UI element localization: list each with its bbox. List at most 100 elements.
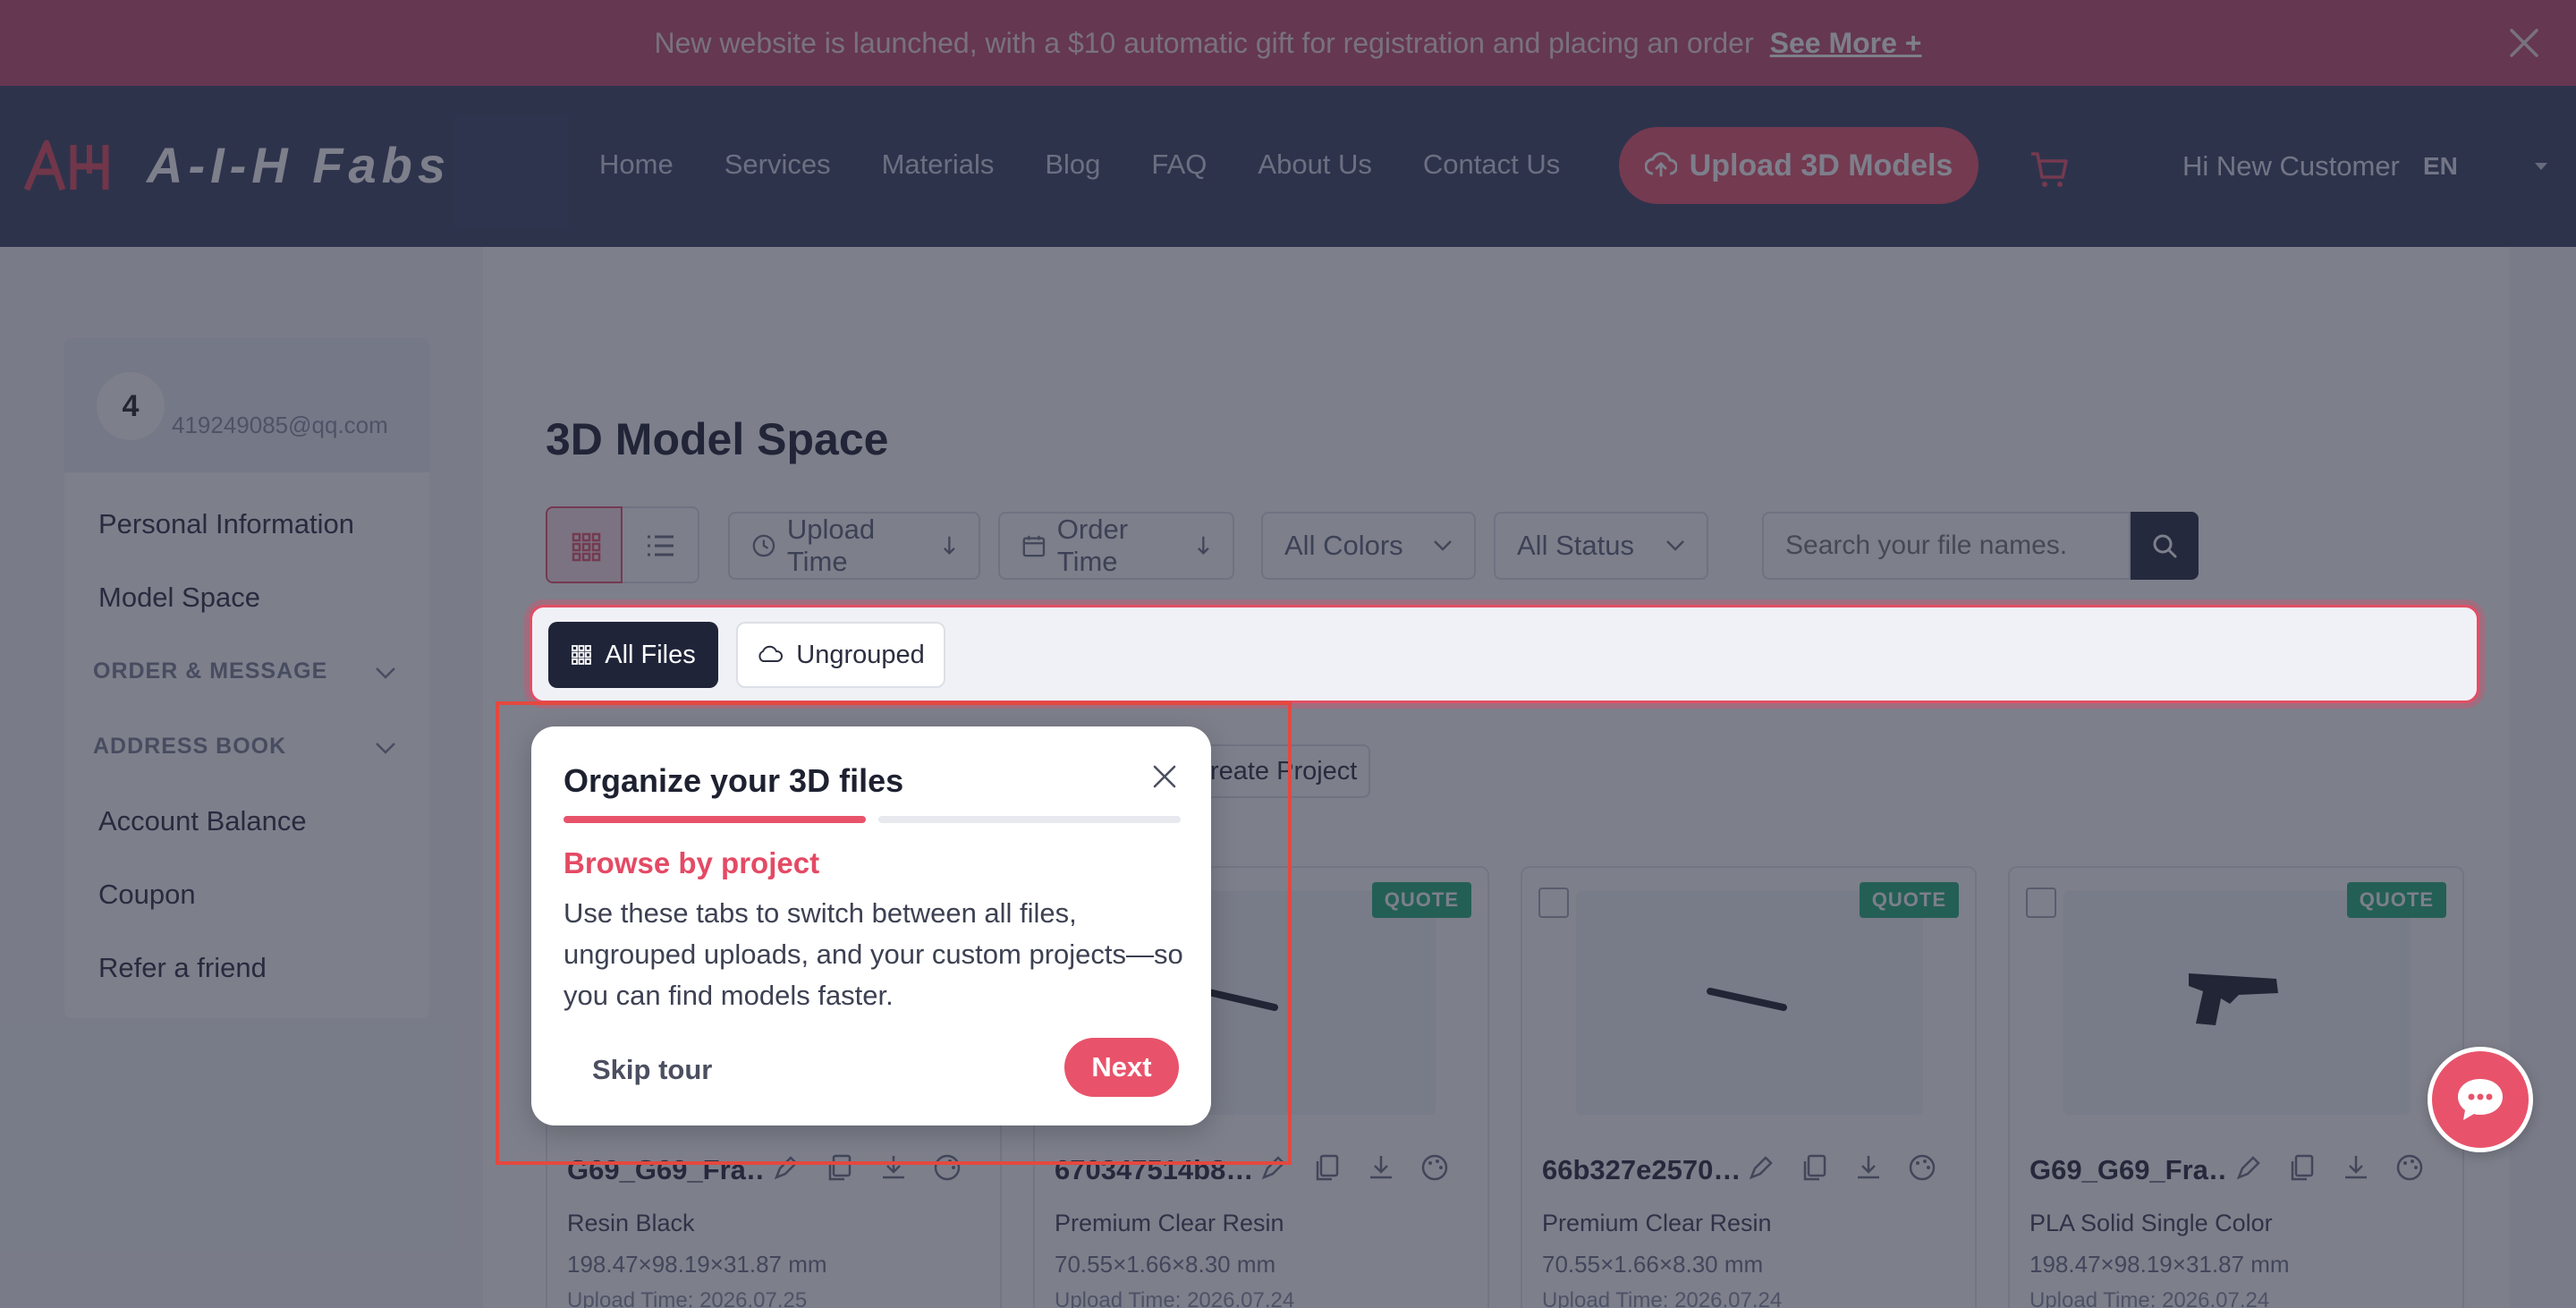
sidebar-item-coupon[interactable]: Coupon: [98, 879, 196, 911]
model-dimensions: 70.55×1.66×8.30 mm: [1542, 1251, 1764, 1278]
colors-select-value: All Colors: [1284, 530, 1403, 561]
model-upload-time: Upload Time: 2026.07.24: [2029, 1288, 2270, 1308]
search-button[interactable]: [2131, 512, 2199, 580]
order-time-label: Order Time: [1056, 514, 1129, 577]
sidebar-item-account-balance[interactable]: Account Balance: [98, 805, 307, 837]
sidebar-group-order-message[interactable]: ORDER & MESSAGE: [93, 658, 327, 684]
cloud-icon: [758, 645, 784, 662]
select-checkbox[interactable]: [1538, 888, 1569, 918]
chevron-down-icon[interactable]: [374, 741, 397, 755]
chevron-down-icon[interactable]: [374, 666, 397, 680]
edit-icon[interactable]: [1746, 1152, 1776, 1183]
model-material: Premium Clear Resin: [1055, 1210, 1284, 1236]
nav-blog[interactable]: Blog: [1045, 149, 1100, 181]
next-button[interactable]: Next: [1064, 1038, 1179, 1097]
tour-popover: Organize your 3D files Browse by project…: [531, 726, 1211, 1125]
close-icon[interactable]: [2504, 23, 2544, 63]
model-dimensions: 198.47×98.19×31.87 mm: [567, 1251, 827, 1278]
nav-faq[interactable]: FAQ: [1151, 149, 1207, 181]
search-input[interactable]: [1762, 512, 2131, 580]
upload-models-label: Upload 3D Models: [1689, 148, 1953, 183]
logo-text: A-I-H Fabs: [147, 137, 451, 193]
tour-progress-step-1: [564, 816, 866, 823]
download-icon[interactable]: [2341, 1152, 2371, 1183]
model-card[interactable]: QUOTE G69_G69_Fra… PLA Solid Single Colo…: [2008, 866, 2464, 1308]
nav-materials[interactable]: Materials: [882, 149, 995, 181]
download-icon[interactable]: [1853, 1152, 1884, 1183]
cart-icon[interactable]: [2029, 149, 2070, 190]
skip-tour-button[interactable]: Skip tour: [592, 1054, 712, 1086]
calendar-icon: [1022, 535, 1046, 557]
tour-title: Organize your 3D files: [564, 762, 904, 799]
clock-icon: [752, 534, 775, 557]
status-select-value: All Status: [1517, 530, 1634, 561]
close-icon[interactable]: [1150, 762, 1179, 791]
announcement-text: New website is launched, with a $10 auto…: [654, 26, 1754, 59]
sidebar-item-refer[interactable]: Refer a friend: [98, 952, 267, 984]
search-icon: [2153, 534, 2177, 558]
palette-icon[interactable]: [2394, 1152, 2425, 1183]
model-name[interactable]: 66b327e2570…: [1542, 1154, 1739, 1186]
sidebar-group-address-book[interactable]: ADDRESS BOOK: [93, 734, 286, 760]
cloud-upload-icon: [1644, 152, 1677, 177]
grid-view-button[interactable]: [546, 506, 623, 583]
arrow-down-icon: [944, 536, 956, 555]
arrow-down-icon: [1198, 536, 1210, 555]
quote-badge: QUOTE: [1371, 882, 1471, 918]
chevron-down-icon[interactable]: [2533, 161, 2549, 172]
logo-mark-icon: [23, 140, 109, 191]
logo[interactable]: A-I-H Fabs: [23, 136, 451, 194]
download-icon[interactable]: [1366, 1152, 1396, 1183]
tour-progress: [564, 816, 1181, 823]
profile-box: 4 419249085@qq.com: [64, 338, 429, 472]
quote-badge: QUOTE: [2346, 882, 2446, 918]
tour-subtitle: Browse by project: [564, 846, 820, 879]
model-thumbnail[interactable]: [1576, 891, 1923, 1115]
model-dimensions: 198.47×98.19×31.87 mm: [2029, 1251, 2290, 1278]
palette-icon[interactable]: [1907, 1152, 1937, 1183]
grid-icon: [572, 645, 592, 665]
order-time-sort[interactable]: Order Time: [998, 512, 1234, 580]
model-preview: [2189, 973, 2278, 1025]
user-email: 419249085@qq.com: [172, 412, 388, 438]
model-material: Resin Black: [567, 1210, 695, 1236]
model-upload-time: Upload Time: 2026.07.25: [567, 1288, 808, 1308]
tab-all-files[interactable]: All Files: [548, 622, 718, 688]
see-more-link[interactable]: See More +: [1770, 27, 1922, 60]
upload-models-button[interactable]: Upload 3D Models: [1619, 127, 1979, 204]
model-material: PLA Solid Single Color: [2029, 1210, 2273, 1236]
chevron-down-icon: [1666, 540, 1684, 551]
chat-button[interactable]: [2428, 1047, 2533, 1152]
language-selector[interactable]: EN: [2423, 152, 2458, 181]
copy-icon[interactable]: [1312, 1152, 1343, 1183]
colors-select[interactable]: All Colors: [1261, 512, 1476, 580]
card-actions: [1746, 1152, 1937, 1183]
tab-ungrouped[interactable]: Ungrouped: [736, 622, 945, 688]
nav-home[interactable]: Home: [599, 149, 674, 181]
status-select[interactable]: All Status: [1494, 512, 1708, 580]
model-preview: [1707, 988, 1787, 1011]
page-title: 3D Model Space: [546, 414, 889, 464]
copy-icon[interactable]: [2287, 1152, 2318, 1183]
file-tabs-highlight: All Files Ungrouped: [530, 605, 2479, 703]
sidebar-item-personal-info[interactable]: Personal Information: [98, 508, 354, 540]
palette-icon[interactable]: [1419, 1152, 1450, 1183]
sidebar-item-model-space[interactable]: Model Space: [98, 582, 260, 614]
quote-badge: QUOTE: [1859, 882, 1959, 918]
nav-services[interactable]: Services: [724, 149, 831, 181]
nav-about[interactable]: About Us: [1258, 149, 1372, 181]
list-view-button[interactable]: [623, 506, 699, 583]
model-name[interactable]: G69_G69_Fra…: [2029, 1154, 2226, 1186]
avatar: 4: [97, 372, 165, 440]
chevron-down-icon: [1434, 540, 1452, 551]
tab-ungrouped-label: Ungrouped: [796, 640, 925, 669]
edit-icon[interactable]: [2233, 1152, 2264, 1183]
upload-time-sort[interactable]: Upload Time: [728, 512, 980, 580]
model-thumbnail[interactable]: [2063, 891, 2411, 1115]
upload-time-label: Upload Time: [786, 514, 876, 577]
select-checkbox[interactable]: [2026, 888, 2056, 918]
model-card[interactable]: QUOTE 66b327e2570… Premium Clear Resin 7…: [1521, 866, 1977, 1308]
greeting[interactable]: Hi New Customer: [2182, 150, 2400, 183]
nav-contact[interactable]: Contact Us: [1423, 149, 1560, 181]
copy-icon[interactable]: [1800, 1152, 1830, 1183]
